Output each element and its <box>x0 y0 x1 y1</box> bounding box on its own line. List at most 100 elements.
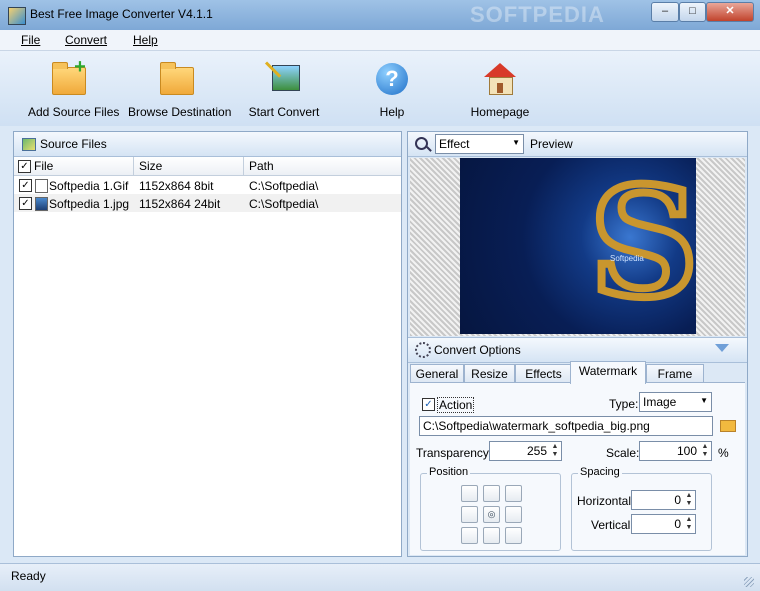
transparency-stepper[interactable]: 255 ▲ ▼ <box>489 441 562 461</box>
position-bottom-center[interactable] <box>483 527 500 544</box>
chevron-down-icon: ▼ <box>512 138 520 147</box>
position-top-center[interactable] <box>483 485 500 502</box>
vertical-stepper[interactable]: 0 ▲ ▼ <box>631 514 696 534</box>
tab-general[interactable]: General <box>410 364 464 383</box>
tab-watermark[interactable]: Watermark <box>570 361 646 384</box>
vertical-label: Vertical: <box>591 518 634 532</box>
type-label: Type: <box>609 397 639 411</box>
add-source-files-button[interactable]: + Add Source Files <box>28 57 119 119</box>
status-text: Ready <box>11 569 46 583</box>
row-checkbox[interactable]: ✓ <box>19 179 32 192</box>
minimize-button[interactable]: – <box>651 2 679 22</box>
column-file[interactable]: File <box>34 159 53 173</box>
menu-help[interactable]: Help <box>133 33 158 47</box>
add-folder-icon: + <box>48 57 88 99</box>
scale-label: Scale: <box>606 446 640 460</box>
chevron-down-icon: ▼ <box>700 396 708 405</box>
file-path: C:\Softpedia\ <box>249 179 319 193</box>
file-name: Softpedia 1.jpg <box>49 197 130 211</box>
select-all-checkbox[interactable]: ✓ <box>18 160 31 173</box>
action-label: Action <box>437 397 475 413</box>
transparency-label: Transparency: <box>416 446 493 460</box>
row-checkbox[interactable]: ✓ <box>19 197 32 210</box>
file-size: 1152x864 24bit <box>139 197 221 211</box>
close-button[interactable]: ✕ <box>706 2 754 22</box>
position-top-left[interactable] <box>461 485 478 502</box>
spin-arrows-icon[interactable]: ▲ ▼ <box>684 516 694 532</box>
toolbar: + Add Source Files Browse Destination St… <box>0 51 760 126</box>
effect-select[interactable]: Effect ▼ <box>435 134 524 154</box>
app-icon <box>8 7 26 25</box>
position-middle-right[interactable] <box>505 506 522 523</box>
softpedia-s-logo: S <box>586 158 696 331</box>
position-group: Position ◎ <box>420 466 561 551</box>
menu-convert[interactable]: Convert <box>65 33 107 47</box>
column-path[interactable]: Path <box>249 159 274 173</box>
browse-destination-button[interactable]: Browse Destination <box>128 59 232 119</box>
file-size: 1152x864 8bit <box>139 179 214 193</box>
spin-arrows-icon[interactable]: ▲ ▼ <box>700 443 710 459</box>
resize-grip-icon[interactable] <box>744 577 754 587</box>
help-label: Help <box>379 105 405 119</box>
status-bar: Ready <box>0 563 760 591</box>
watermark-tab-body: ✓ Action Type: Image ▼ C:\Softpedia\wate… <box>410 382 745 555</box>
jpg-file-icon <box>35 197 48 211</box>
type-select[interactable]: Image ▼ <box>639 392 712 412</box>
maximize-button[interactable]: □ <box>679 2 706 22</box>
tab-effects[interactable]: Effects <box>515 364 572 383</box>
position-center[interactable]: ◎ <box>483 506 500 523</box>
collapse-arrow-icon[interactable] <box>715 344 729 352</box>
app-window: Best Free Image Converter V4.1.1 SOFTPED… <box>0 0 760 591</box>
transparency-value: 255 <box>526 444 547 458</box>
scale-stepper[interactable]: 100 ▲ ▼ <box>639 441 712 461</box>
magic-wand-icon <box>264 59 304 99</box>
horizontal-stepper[interactable]: 0 ▲ ▼ <box>631 490 696 510</box>
help-button[interactable]: ? Help <box>372 59 412 119</box>
spacing-label: Spacing <box>578 466 622 478</box>
gear-icon <box>415 342 431 358</box>
position-bottom-right[interactable] <box>505 527 522 544</box>
window-title: Best Free Image Converter V4.1.1 <box>30 7 213 21</box>
file-name: Softpedia 1.Gif <box>49 179 129 193</box>
effect-select-value: Effect <box>439 137 470 151</box>
tab-frame[interactable]: Frame <box>646 364 704 383</box>
browse-destination-label: Browse Destination <box>128 105 232 119</box>
table-row[interactable]: ✓ Softpedia 1.jpg 1152x864 24bit C:\Soft… <box>14 194 401 212</box>
image-icon <box>22 138 36 151</box>
homepage-button[interactable]: Homepage <box>470 59 530 119</box>
action-checkbox[interactable]: ✓ <box>422 398 435 411</box>
column-size[interactable]: Size <box>139 159 162 173</box>
homepage-label: Homepage <box>470 105 530 119</box>
spin-arrows-icon[interactable]: ▲ ▼ <box>684 492 694 508</box>
file-path: C:\Softpedia\ <box>249 197 319 211</box>
position-top-right[interactable] <box>505 485 522 502</box>
menu-file[interactable]: File <box>21 33 40 47</box>
help-icon: ? <box>372 59 412 99</box>
source-files-panel: Source Files ✓ File Size Path ✓ Softpedi… <box>13 131 402 557</box>
preview-label: Preview <box>530 137 573 151</box>
convert-options-header[interactable]: Convert Options <box>408 337 747 363</box>
softpedia-watermark: SOFTPEDIA <box>470 2 605 27</box>
home-icon <box>480 59 520 99</box>
source-files-header: Source Files <box>14 132 401 157</box>
tab-resize[interactable]: Resize <box>464 364 515 383</box>
position-label: Position <box>427 466 471 478</box>
watermark-path-value: C:\Softpedia\watermark_softpedia_big.png <box>423 419 650 433</box>
browse-folder-icon[interactable] <box>720 420 736 432</box>
menu-bar: File Convert Help <box>0 30 760 51</box>
magnifier-icon <box>415 137 428 150</box>
gif-file-icon <box>35 179 48 193</box>
preview-options-panel: Effect ▼ Preview S Softpedia Convert Opt… <box>407 131 748 557</box>
watermark-path-field[interactable]: C:\Softpedia\watermark_softpedia_big.png <box>419 416 713 436</box>
scale-unit: % <box>718 446 729 460</box>
vertical-value: 0 <box>674 517 681 531</box>
horizontal-label: Horizontal: <box>577 494 635 508</box>
type-select-value: Image <box>643 395 677 409</box>
position-middle-left[interactable] <box>461 506 478 523</box>
start-convert-button[interactable]: Start Convert <box>248 59 320 119</box>
spin-arrows-icon[interactable]: ▲ ▼ <box>550 443 560 459</box>
table-row[interactable]: ✓ Softpedia 1.Gif 1152x864 8bit C:\Softp… <box>14 176 401 194</box>
start-convert-label: Start Convert <box>248 105 320 119</box>
folder-icon <box>156 59 196 99</box>
position-bottom-left[interactable] <box>461 527 478 544</box>
